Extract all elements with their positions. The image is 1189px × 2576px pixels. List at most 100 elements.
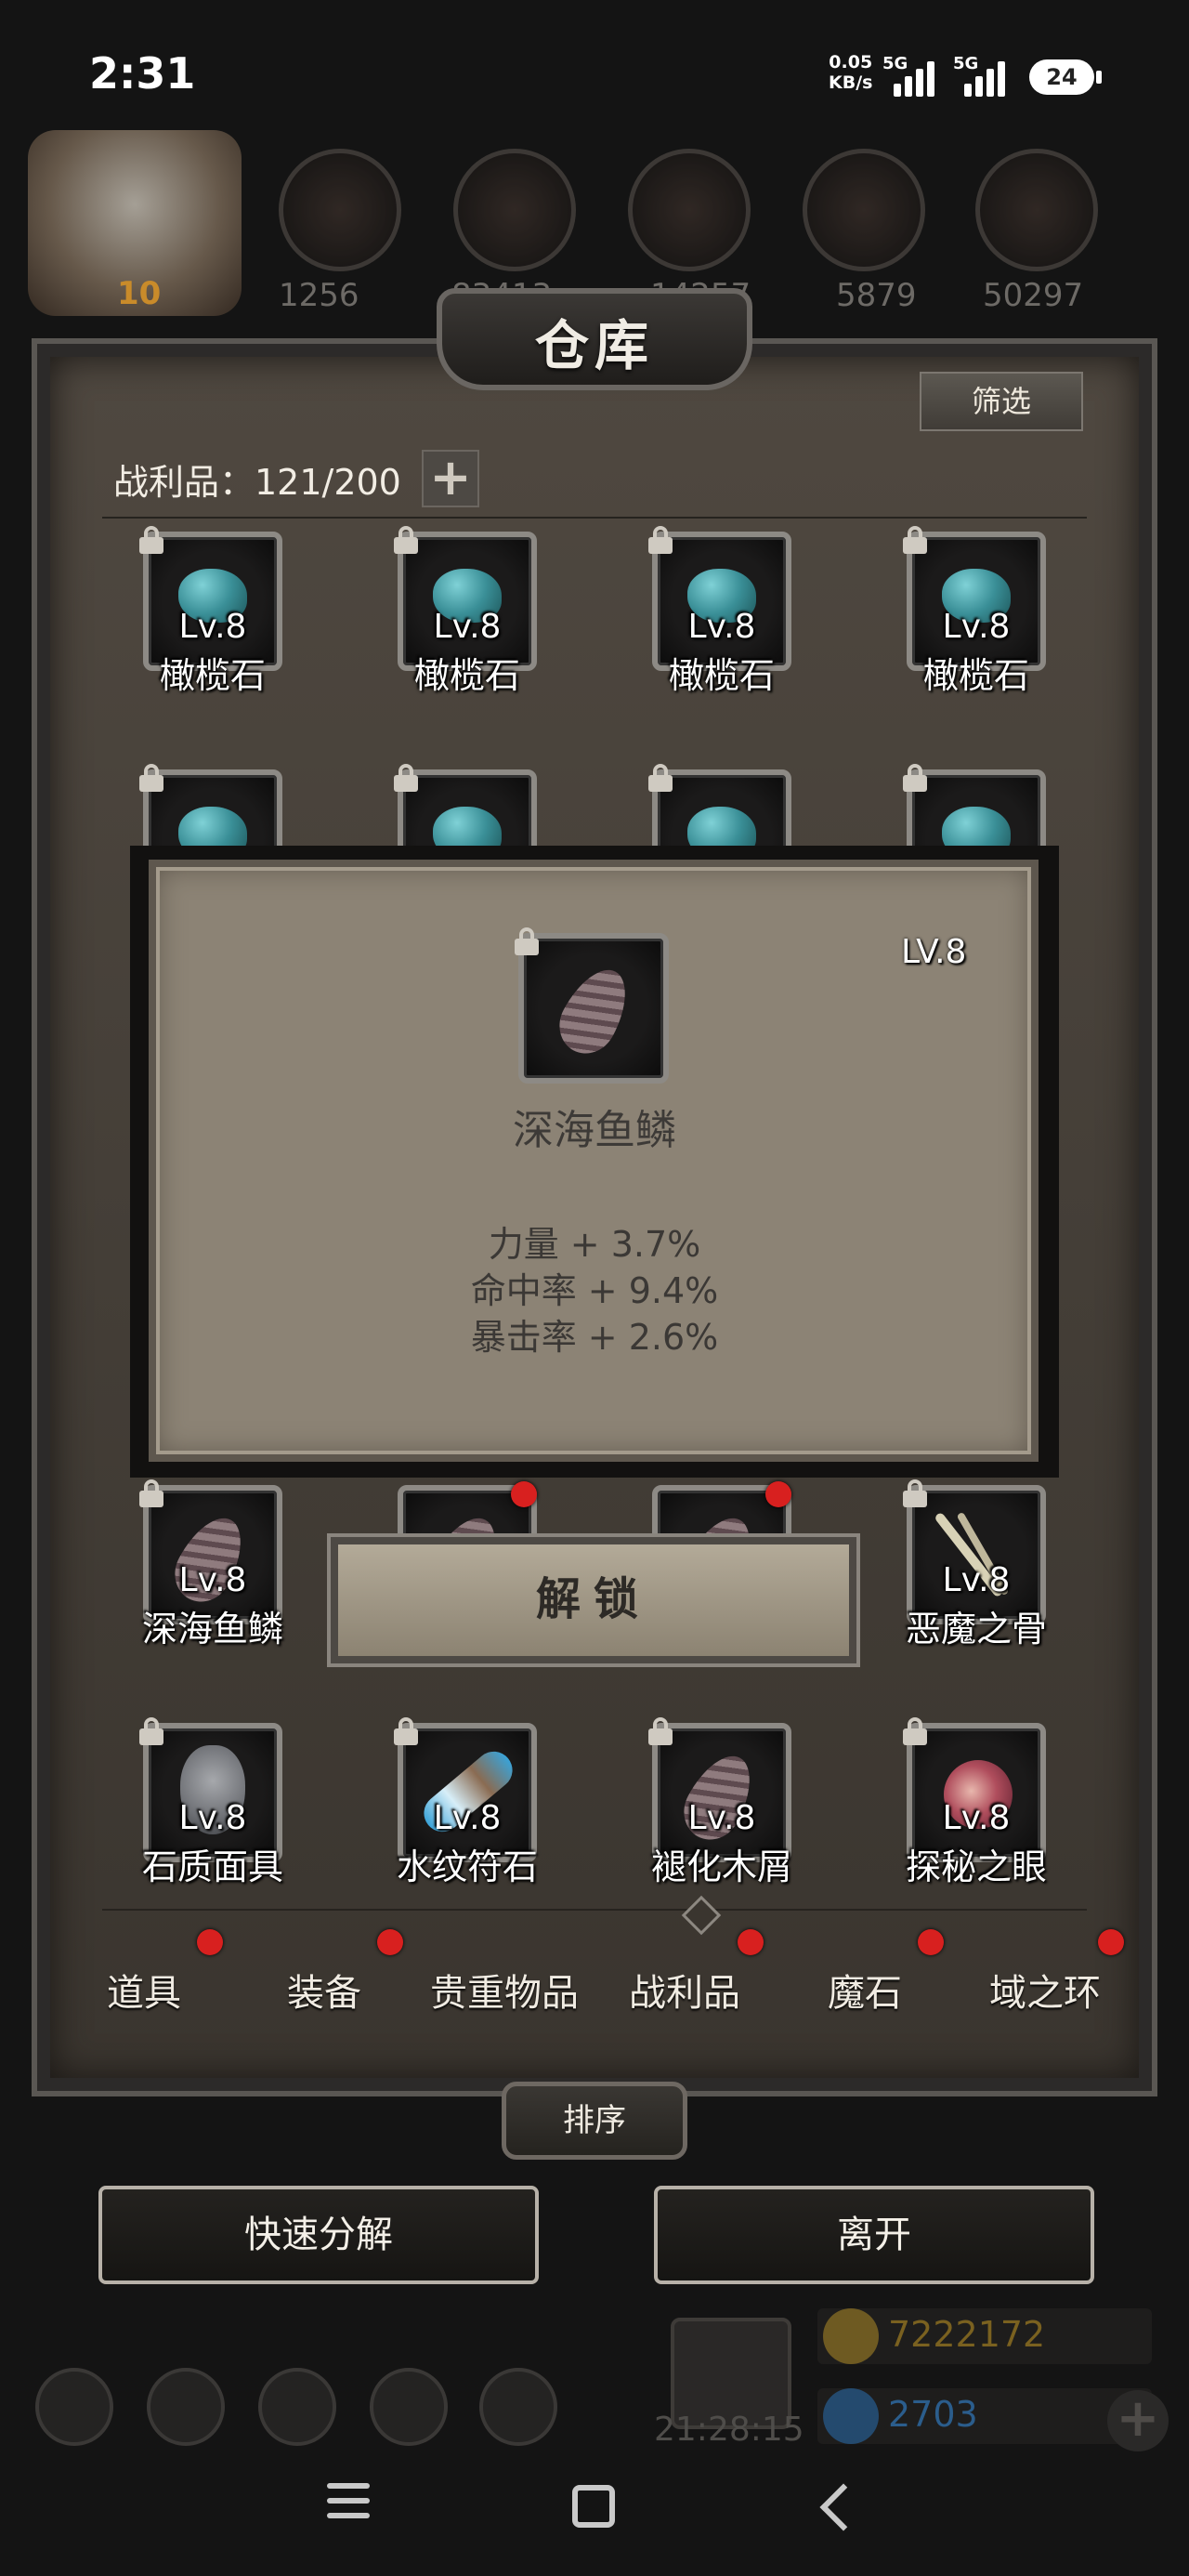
- battery-level: 24: [1046, 64, 1078, 90]
- item-name: 橄榄石: [159, 655, 266, 696]
- avatar-level-badge: 10: [117, 275, 162, 312]
- inventory-item[interactable]: Lv.8 褪化木屑: [648, 1717, 792, 1887]
- wood-resource-icon[interactable]: [453, 149, 576, 271]
- item-name: 橄榄石: [922, 655, 1029, 696]
- tab-valuables[interactable]: 贵重物品: [421, 1963, 588, 2017]
- stat-crit-rate: 暴击率 + 2.6%: [470, 1317, 719, 1358]
- lock-icon: [648, 764, 673, 792]
- inventory-item[interactable]: Lv.8 石质面具: [139, 1717, 283, 1887]
- signal-icon: [894, 56, 934, 97]
- item-level: Lv.8: [942, 1561, 1011, 1599]
- signal-icon: [964, 56, 1005, 97]
- add-currency-button[interactable]: +: [1107, 2390, 1169, 2451]
- item-level: Lv.8: [433, 608, 502, 646]
- lock-icon: [903, 1479, 927, 1507]
- item-level: Lv.8: [687, 608, 756, 646]
- inventory-item[interactable]: Lv.8 恶魔之骨: [903, 1479, 1047, 1649]
- lock-icon: [139, 764, 163, 792]
- lock-icon: [139, 526, 163, 554]
- battery-icon: 24: [1029, 59, 1102, 95]
- tab-loot[interactable]: 战利品: [601, 1963, 768, 2017]
- divider: [102, 517, 1087, 519]
- leave-button[interactable]: 离开: [654, 2186, 1094, 2284]
- tab-badge: [377, 1929, 403, 1955]
- inventory-item[interactable]: Lv.8 橄榄石: [394, 526, 537, 696]
- item-name: 探秘之眼: [905, 1847, 1047, 1887]
- popup-item-name: 深海鱼鳞: [513, 1107, 676, 1154]
- item-name: 橄榄石: [668, 655, 775, 696]
- back-nav-icon[interactable]: [819, 2483, 868, 2531]
- tab-badge: [197, 1929, 223, 1955]
- item-level: Lv.8: [942, 608, 1011, 646]
- lock-icon: [903, 1717, 927, 1745]
- inventory-item[interactable]: Lv.8 探秘之眼: [903, 1717, 1047, 1887]
- gem-amount: 2703: [888, 2394, 978, 2435]
- item-name: 石质面具: [141, 1847, 283, 1887]
- guild-icon[interactable]: [258, 2368, 336, 2446]
- network-speed: 0.05 KB/s: [829, 52, 872, 93]
- lock-icon: [648, 526, 673, 554]
- resource-count: 50297: [983, 277, 1084, 314]
- lock-icon: [515, 927, 539, 955]
- map-icon[interactable]: [479, 2368, 557, 2446]
- tab-items[interactable]: 道具: [60, 1963, 228, 2017]
- home-nav-icon[interactable]: [572, 2485, 615, 2528]
- network-speed-value: 0.05: [829, 52, 873, 72]
- lock-icon: [139, 1479, 163, 1507]
- sort-button[interactable]: 排序: [502, 2082, 687, 2160]
- lock-icon: [394, 1717, 418, 1745]
- achievement-icon[interactable]: [147, 2368, 225, 2446]
- iron-resource-icon[interactable]: [628, 149, 751, 271]
- inventory-item[interactable]: Lv.8 深海鱼鳞: [139, 1479, 283, 1649]
- item-level: Lv.8: [687, 1799, 756, 1837]
- gold-amount: 7222172: [888, 2314, 1046, 2355]
- tab-badge: [1098, 1929, 1124, 1955]
- lock-icon: [648, 1717, 673, 1745]
- popup-item-level: LV.8: [901, 933, 967, 971]
- steel-resource-icon[interactable]: [975, 149, 1098, 271]
- menu-nav-icon[interactable]: [327, 2483, 370, 2528]
- tab-magic-stones[interactable]: 魔石: [781, 1963, 948, 2017]
- filter-button[interactable]: 筛选: [920, 372, 1083, 431]
- mail-icon[interactable]: [370, 2368, 448, 2446]
- expand-capacity-button[interactable]: +: [422, 450, 479, 507]
- lock-icon: [903, 764, 927, 792]
- diamond-icon: [823, 2388, 879, 2444]
- inventory-item[interactable]: Lv.8 橄榄石: [139, 526, 282, 696]
- item-level: Lv.8: [942, 1799, 1011, 1837]
- network-speed-unit: KB/s: [829, 72, 873, 93]
- status-clock: 2:31: [89, 48, 196, 99]
- item-name: 深海鱼鳞: [141, 1609, 283, 1649]
- item-name: 恶魔之骨: [905, 1609, 1047, 1649]
- stat-strength: 力量 + 3.7%: [488, 1224, 701, 1265]
- item-name: 橄榄石: [413, 655, 520, 696]
- gold-coin-icon: [823, 2308, 879, 2364]
- lock-icon: [394, 526, 418, 554]
- tab-badge: [738, 1929, 764, 1955]
- quick-decompose-button[interactable]: 快速分解: [98, 2186, 539, 2284]
- settings-icon[interactable]: [35, 2368, 113, 2446]
- inventory-item[interactable]: Lv.8 橄榄石: [903, 526, 1046, 696]
- tab-badge: [918, 1929, 944, 1955]
- tab-equipment[interactable]: 装备: [241, 1963, 408, 2017]
- new-badge: [511, 1481, 537, 1507]
- item-level: Lv.8: [433, 1799, 502, 1837]
- resource-count: 5879: [836, 277, 917, 314]
- meat-resource-icon[interactable]: [279, 149, 401, 271]
- popup-item-slot: [515, 927, 669, 1084]
- unlock-button[interactable]: 解锁: [331, 1537, 856, 1663]
- loot-capacity: 战利品：121/200: [113, 462, 401, 503]
- crystal-resource-icon[interactable]: [803, 149, 925, 271]
- lock-icon: [139, 1717, 163, 1745]
- item-level: Lv.8: [178, 1799, 247, 1837]
- status-bar: 2:31 0.05 KB/s 5G 5G 24: [0, 0, 1189, 139]
- divider: [102, 1909, 1087, 1911]
- gift-timer: 21:28:15: [654, 2411, 804, 2449]
- inventory-item[interactable]: Lv.8 水纹符石: [394, 1717, 538, 1887]
- tab-domain-rings[interactable]: 域之环: [961, 1963, 1129, 2017]
- lock-icon: [394, 764, 418, 792]
- lock-icon: [903, 526, 927, 554]
- inventory-item[interactable]: Lv.8 橄榄石: [648, 526, 791, 696]
- resource-count: 1256: [279, 277, 359, 314]
- new-badge: [765, 1481, 791, 1507]
